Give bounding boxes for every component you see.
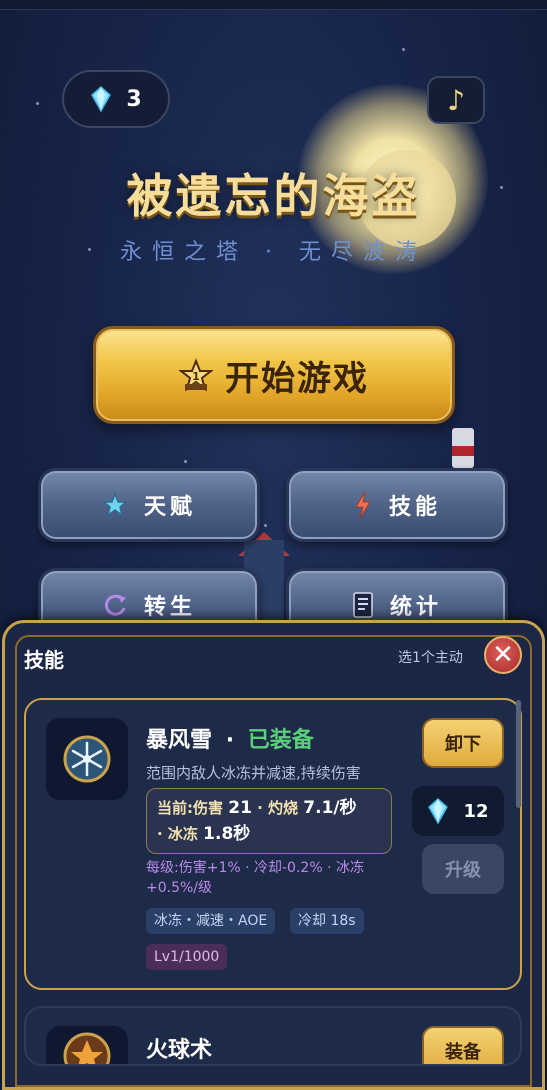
star-icon bbox=[101, 492, 128, 517]
skill-description: 范围内敌人冰冻并减速,持续伤害 bbox=[146, 764, 361, 782]
stat-burn: 7.1/秒 bbox=[303, 798, 357, 818]
star-decoration bbox=[264, 524, 267, 527]
skill-level: Lv1/1000 bbox=[146, 944, 228, 970]
skill-card[interactable]: 火球术 装备 bbox=[24, 1006, 522, 1066]
skill-card[interactable]: 暴风雪 · 已装备 范围内敌人冰冻并减速,持续伤害 当前:伤害 21 · 灼烧 … bbox=[24, 698, 522, 990]
diamond-icon bbox=[91, 85, 112, 113]
snowflake-icon bbox=[63, 735, 111, 783]
rebirth-label: 转生 bbox=[143, 595, 196, 620]
music-note-icon: ♪ bbox=[447, 83, 465, 117]
star-decoration bbox=[402, 48, 405, 51]
upgrade-label: 升级 bbox=[445, 860, 481, 881]
skills-label: 技能 bbox=[388, 495, 441, 520]
svg-text:1: 1 bbox=[192, 370, 200, 383]
unequip-button[interactable]: 卸下 bbox=[422, 718, 504, 768]
unequip-label: 卸下 bbox=[445, 734, 481, 755]
stat-freeze: 1.8秒 bbox=[203, 824, 251, 844]
name-separator: · bbox=[225, 728, 235, 753]
equipped-status: 已装备 bbox=[247, 728, 314, 753]
game-title: 被遗忘的海盗 bbox=[126, 169, 421, 223]
upgrade-button[interactable]: 升级 bbox=[422, 844, 504, 894]
per-level-bonus: 每级:伤害+1% · 冷却-0.2% · 冰冻+0.5%/级 bbox=[146, 860, 364, 896]
star-decoration bbox=[184, 460, 187, 463]
talent-label: 天赋 bbox=[143, 495, 196, 520]
skill-title: 火球术 bbox=[146, 1038, 213, 1063]
gem-counter: 3 bbox=[62, 70, 170, 128]
panel-hint: 选1个主动 bbox=[398, 650, 463, 666]
stat-damage: 21 bbox=[228, 798, 252, 818]
start-game-label: 开始游戏 bbox=[225, 358, 369, 399]
scrollbar[interactable] bbox=[516, 700, 521, 808]
stat-freeze-label: · 冰冻 bbox=[157, 825, 198, 843]
lightning-icon bbox=[355, 491, 371, 519]
close-icon: ✕ bbox=[492, 640, 514, 670]
equip-button[interactable]: 装备 bbox=[422, 1026, 504, 1064]
skill-title: 暴风雪 bbox=[146, 728, 213, 753]
start-game-button[interactable]: 1 开始游戏 bbox=[93, 326, 455, 424]
blizzard-icon bbox=[46, 718, 128, 800]
current-stats: 当前:伤害 21 · 灼烧 7.1/秒 · 冰冻 1.8秒 bbox=[146, 788, 392, 854]
talent-button[interactable]: 天赋 bbox=[38, 468, 260, 542]
fireball-emblem-icon bbox=[63, 1032, 111, 1064]
panel-title: 技能 bbox=[24, 648, 64, 672]
upgrade-cost: 12 bbox=[412, 786, 504, 836]
lighthouse-decoration bbox=[452, 428, 474, 468]
top-status-strip bbox=[0, 0, 547, 10]
skill-name: 暴风雪 · 已装备 bbox=[146, 722, 314, 754]
game-subtitle: 永恒之塔 · 无尽波涛 bbox=[120, 240, 427, 265]
diamond-icon bbox=[428, 797, 449, 825]
music-toggle-button[interactable]: ♪ bbox=[427, 76, 485, 124]
stats-label: 统计 bbox=[389, 595, 442, 620]
skill-tag: 冰冻・减速・AOE bbox=[146, 908, 276, 934]
star-decoration bbox=[36, 102, 39, 105]
skills-button[interactable]: 技能 bbox=[286, 468, 508, 542]
gem-count: 3 bbox=[126, 86, 142, 112]
stats-icon bbox=[353, 592, 373, 618]
rebirth-icon bbox=[104, 594, 126, 616]
stats-prefix: 当前:伤害 bbox=[157, 799, 223, 817]
fireball-icon bbox=[46, 1026, 128, 1064]
rank-star-icon: 1 bbox=[179, 358, 213, 392]
stat-burn-label: · 灼烧 bbox=[257, 799, 299, 817]
upgrade-cost-value: 12 bbox=[463, 800, 489, 822]
skill-tag: 冷却 18s bbox=[290, 908, 364, 934]
equip-label: 装备 bbox=[445, 1042, 481, 1063]
close-button[interactable]: ✕ bbox=[484, 636, 522, 674]
